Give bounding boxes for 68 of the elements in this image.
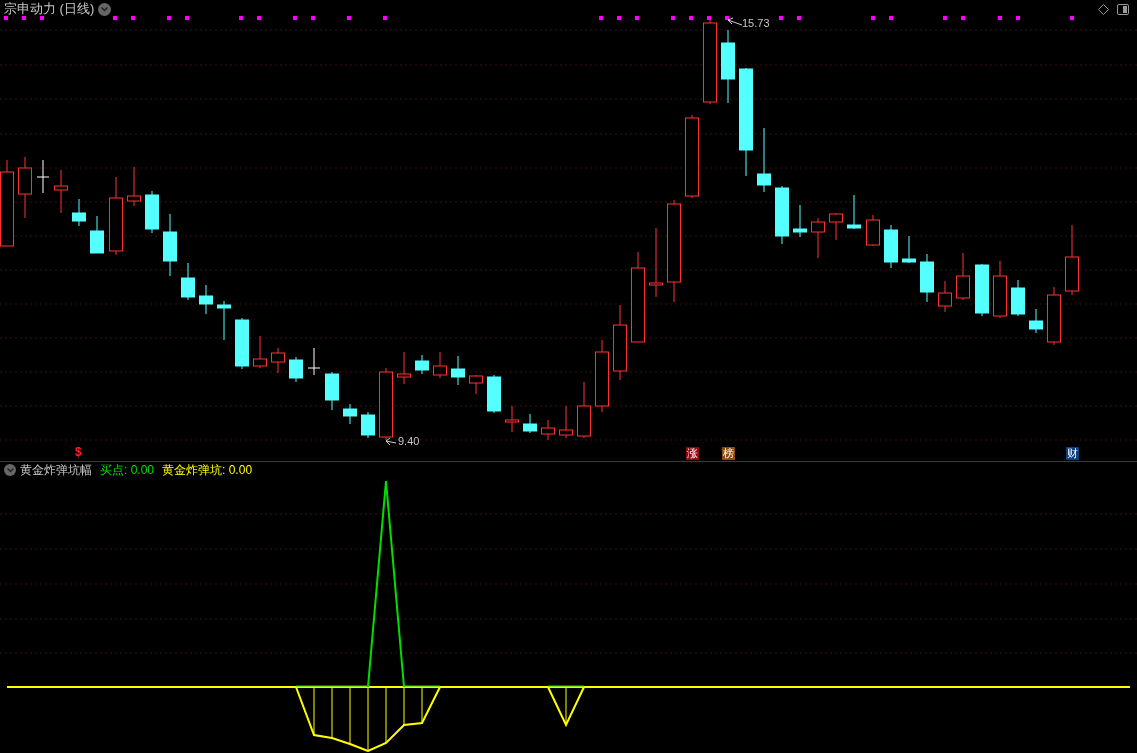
candlestick <box>469 374 483 395</box>
candlestick <box>397 351 411 385</box>
candlestick <box>36 159 50 194</box>
price-label: 15.73 <box>742 18 770 29</box>
candlestick <box>938 280 952 313</box>
chart-title: 宗申动力 (日线) <box>4 0 95 19</box>
candlestick <box>253 335 267 369</box>
candlestick <box>235 317 249 370</box>
candlestick <box>181 262 195 301</box>
candlestick <box>54 169 68 214</box>
candlestick <box>757 127 771 193</box>
candlestick <box>793 204 807 238</box>
candlestick <box>451 355 465 386</box>
candlestick <box>847 194 861 230</box>
candlestick <box>993 260 1007 319</box>
diamond-icon[interactable] <box>1098 3 1109 15</box>
chevron-icon <box>101 6 109 12</box>
indicator-reading: 买点: 0.00 <box>100 462 155 479</box>
signal-badge: 榜 <box>722 447 735 460</box>
candlestick <box>1011 279 1025 317</box>
candlestick <box>18 156 32 219</box>
dropdown-button[interactable] <box>98 2 112 16</box>
candlestick <box>217 300 231 341</box>
candlestick <box>811 217 825 259</box>
candlestick <box>127 166 141 207</box>
candlestick <box>829 212 843 241</box>
candlestick <box>505 405 519 433</box>
candlestick <box>1065 224 1079 296</box>
candlestick <box>975 263 989 317</box>
candlestick <box>1047 286 1061 346</box>
signal-badge: 财 <box>1066 447 1079 460</box>
candlestick <box>145 190 159 234</box>
price-label: 9.40 <box>398 436 420 447</box>
candlestick <box>307 347 321 376</box>
candlestick <box>577 381 591 439</box>
candlestick <box>90 215 104 254</box>
low-arrow-icon <box>385 437 397 446</box>
candlestick <box>361 411 375 439</box>
candlestick <box>415 354 429 375</box>
candlestick <box>902 235 916 264</box>
candlestick <box>289 356 303 383</box>
candlestick <box>541 419 555 441</box>
candlestick <box>343 403 357 425</box>
signal-marker: $ <box>75 446 82 459</box>
candlestick <box>163 213 177 277</box>
indicator-name: 黄金炸弹坑幅 <box>20 462 92 479</box>
candlestick <box>649 227 663 298</box>
candlestick <box>866 214 880 247</box>
candlestick <box>884 224 898 269</box>
candlestick <box>199 284 213 315</box>
dropdown-button[interactable] <box>4 464 16 476</box>
candlestick <box>1029 308 1043 334</box>
candlestick <box>487 374 501 414</box>
indicator-reading: 黄金炸弹坑: 0.00 <box>162 462 253 479</box>
candlestick <box>559 405 573 439</box>
candlestick <box>271 347 285 374</box>
candlestick <box>433 351 447 379</box>
dip-drawing <box>547 685 585 728</box>
candlestick <box>920 253 934 303</box>
panel-toggle-icon[interactable] <box>1117 3 1129 15</box>
chevron-icon <box>6 467 14 473</box>
high-arrow-icon <box>727 17 743 26</box>
candlestick <box>325 371 339 411</box>
signal-badge: 涨 <box>686 447 699 460</box>
candlestick <box>523 413 537 434</box>
candlestick <box>956 252 970 301</box>
candlestick <box>72 198 86 227</box>
candlestick <box>775 185 789 245</box>
